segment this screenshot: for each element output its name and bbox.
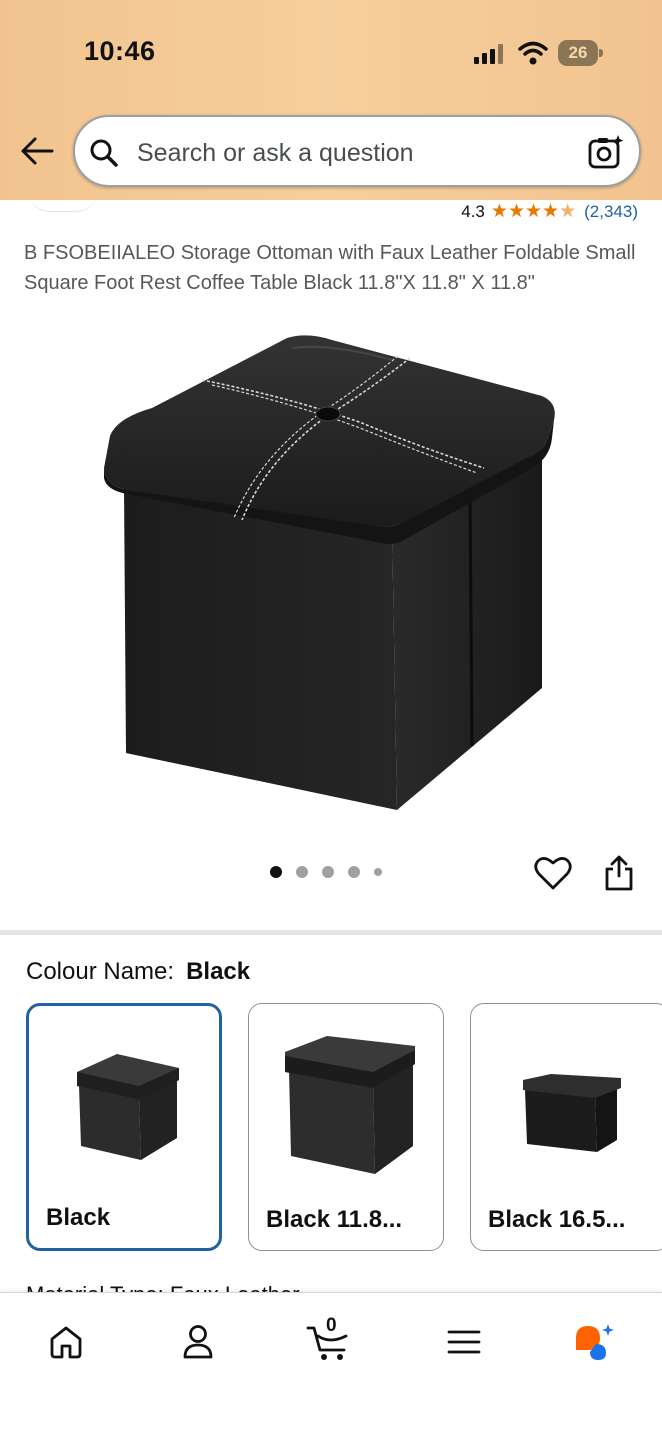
section-divider	[0, 930, 662, 935]
colour-label-text: Colour Name:	[26, 958, 175, 985]
star-rating: ★ ★ ★ ★ ★	[491, 202, 576, 222]
nav-menu[interactable]	[434, 1317, 494, 1367]
battery-level: 26	[558, 40, 598, 66]
cellular-signal-icon	[474, 44, 503, 64]
star-icon: ★	[524, 201, 543, 222]
swatch-label: Black 11.8...	[266, 1206, 403, 1233]
colour-name-label: Colour Name: Black	[26, 958, 250, 986]
colour-option-black[interactable]: Black	[26, 1003, 222, 1251]
swatch-thumbnail	[285, 1036, 415, 1174]
half-star-icon: ★	[559, 201, 577, 222]
carousel-dot[interactable]	[348, 866, 360, 878]
search-input[interactable]: Search or ask a question	[137, 139, 414, 168]
star-icon: ★	[507, 201, 525, 222]
status-time: 10:46	[84, 36, 156, 66]
swatch-label: Black	[46, 1204, 111, 1231]
star-icon: ★	[490, 201, 508, 222]
menu-icon	[447, 1330, 481, 1354]
share-icon[interactable]	[604, 854, 634, 892]
heart-icon[interactable]	[534, 855, 572, 891]
rating-value: 4.3	[461, 202, 485, 221]
nav-cart[interactable]: 0	[300, 1315, 360, 1367]
brand-logo-peek	[28, 190, 98, 212]
swatch-thumbnail	[77, 1054, 179, 1160]
app-header: 10:46 26 Search or ask a question	[0, 0, 662, 200]
nav-account[interactable]	[168, 1317, 228, 1367]
battery-icon: 26	[558, 40, 604, 66]
swatch-label: Black 16.5...	[488, 1206, 626, 1233]
camera-lens-icon[interactable]	[587, 133, 625, 171]
product-title: B FSOBEIIALEO Storage Ottoman with Faux …	[24, 242, 636, 294]
bottom-navigation: 0	[0, 1292, 662, 1440]
colour-option-black-16-5[interactable]: Black 16.5...	[470, 1003, 662, 1251]
colour-option-black-11-8[interactable]: Black 11.8...	[248, 1003, 444, 1251]
search-bar[interactable]: Search or ask a question	[73, 115, 641, 187]
home-icon	[50, 1326, 82, 1359]
rufus-icon	[576, 1324, 614, 1360]
wifi-icon	[518, 41, 548, 65]
colour-selected-value: Black	[186, 958, 251, 985]
account-icon	[183, 1325, 213, 1359]
image-carousel-indicator[interactable]	[270, 866, 396, 878]
star-icon: ★	[542, 201, 560, 222]
rating-row[interactable]: 4.3 ★ ★ ★ ★ ★ (2,343)	[461, 200, 638, 224]
swatch-thumbnail	[523, 1074, 621, 1152]
status-bar: 10:46 26	[0, 0, 662, 105]
carousel-dot[interactable]	[374, 868, 382, 876]
back-arrow-icon[interactable]	[20, 136, 54, 166]
carousel-dot[interactable]	[270, 866, 282, 878]
cart-count: 0	[326, 1315, 337, 1336]
carousel-dot[interactable]	[322, 866, 334, 878]
carousel-dot[interactable]	[296, 866, 308, 878]
nav-home[interactable]	[36, 1317, 96, 1367]
nav-rufus[interactable]	[562, 1317, 622, 1367]
product-image[interactable]	[92, 328, 572, 828]
rating-count-link[interactable]: (2,343)	[584, 202, 638, 222]
search-icon	[90, 139, 118, 167]
